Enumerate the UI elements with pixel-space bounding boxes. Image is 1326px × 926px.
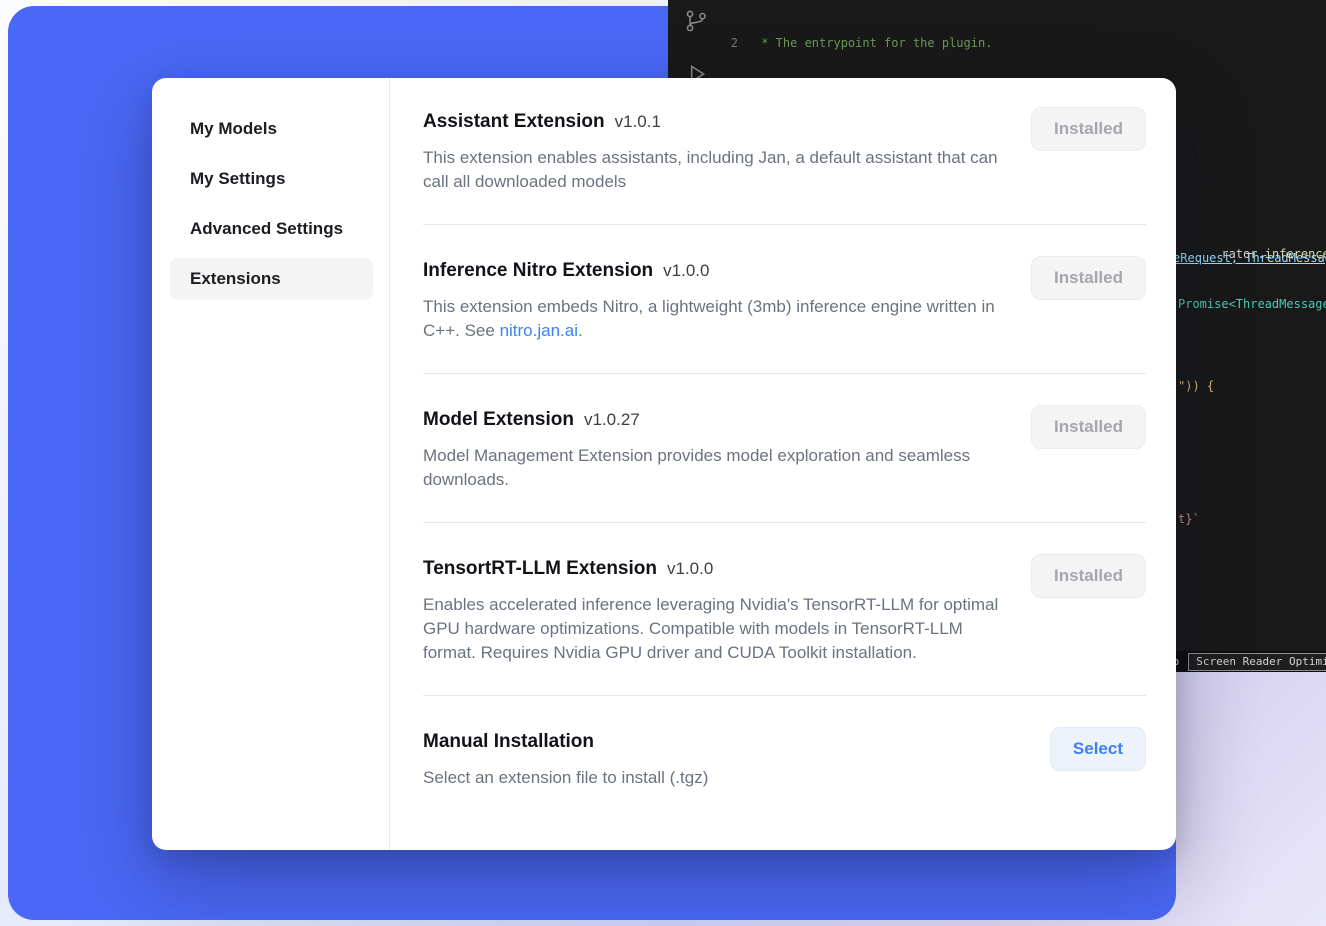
extension-title: Assistant Extension: [423, 111, 605, 132]
nitro-jan-ai-link[interactable]: nitro.jan.ai: [500, 321, 578, 340]
settings-modal: My Models My Settings Advanced Settings …: [152, 78, 1176, 850]
extension-version: v1.0.0: [663, 261, 709, 280]
installed-button[interactable]: Installed: [1031, 405, 1146, 449]
installed-button[interactable]: Installed: [1031, 107, 1146, 151]
extension-title: Model Extension: [423, 409, 574, 430]
section-divider: [423, 373, 1146, 374]
code-fragment: rator.inference(data));: [1178, 229, 1326, 279]
sidebar-item-extensions[interactable]: Extensions: [170, 258, 373, 300]
extension-description: This extension enables assistants, inclu…: [423, 146, 1008, 194]
extension-section-tensorrt-llm: TensortRT-LLM Extension v1.0.0 Enables ac…: [423, 557, 1146, 665]
extension-description: Enables accelerated inference leveraging…: [423, 593, 1008, 665]
sidebar-item-my-models[interactable]: My Models: [170, 108, 373, 150]
extension-description: This extension embeds Nitro, a lightweig…: [423, 295, 1008, 343]
sidebar-item-advanced-settings[interactable]: Advanced Settings: [170, 208, 373, 250]
sidebar-item-my-settings[interactable]: My Settings: [170, 158, 373, 200]
extension-title: TensortRT-LLM Extension: [423, 558, 657, 579]
extension-description: Select an extension file to install (.tg…: [423, 766, 708, 790]
extension-section-model: Model Extension v1.0.27 Model Management …: [423, 408, 1146, 492]
code-fragment: ")) {: [1178, 378, 1214, 395]
extensions-panel: Assistant Extension v1.0.1 This extension…: [390, 78, 1176, 850]
code-fragment: t}`: [1178, 511, 1200, 528]
extension-title: Manual Installation: [423, 731, 594, 752]
code-line: 2 * The entrypoint for the plugin.: [724, 35, 1326, 52]
page-background: 2 * The entrypoint for the plugin. 3 */ …: [0, 0, 1326, 926]
extension-section-inference-nitro: Inference Nitro Extension v1.0.0 This ext…: [423, 259, 1146, 343]
extension-version: v1.0.0: [667, 559, 713, 578]
extension-title: Inference Nitro Extension: [423, 260, 653, 281]
installed-button[interactable]: Installed: [1031, 256, 1146, 300]
screen-reader-badge: Screen Reader Optimiz: [1188, 653, 1326, 671]
section-divider: [423, 224, 1146, 225]
select-file-button[interactable]: Select: [1050, 727, 1146, 771]
code-fragment: Promise<ThreadMessage>: [1178, 296, 1326, 313]
section-divider: [423, 695, 1146, 696]
manual-installation-section: Manual Installation Select an extension …: [423, 730, 1146, 790]
extension-version: v1.0.1: [615, 112, 661, 131]
source-control-icon: [683, 8, 709, 39]
extension-version: v1.0.27: [584, 410, 640, 429]
extension-section-assistant: Assistant Extension v1.0.1 This extension…: [423, 110, 1146, 194]
installed-button[interactable]: Installed: [1031, 554, 1146, 598]
extension-description: Model Management Extension provides mode…: [423, 444, 1008, 492]
settings-sidebar: My Models My Settings Advanced Settings …: [152, 78, 390, 850]
section-divider: [423, 522, 1146, 523]
line-number: 2: [724, 35, 738, 52]
